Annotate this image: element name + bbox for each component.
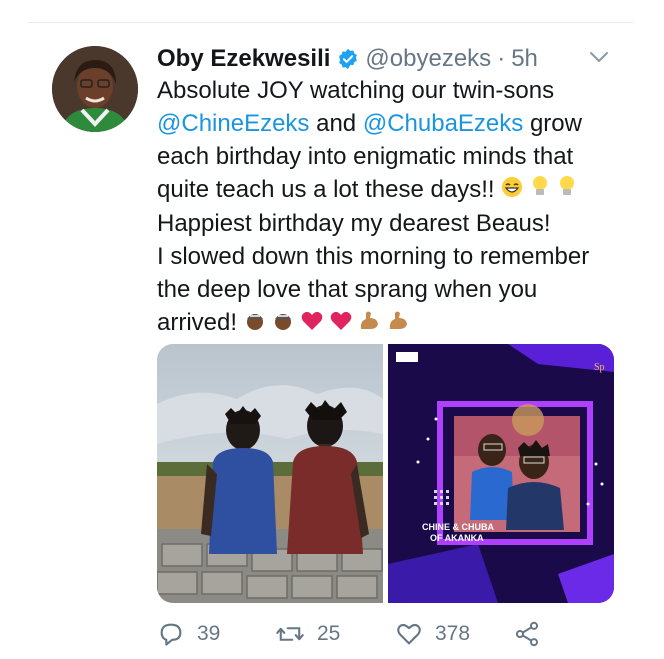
reply-button[interactable]: 39 [157,620,275,648]
flyer-caption-line2: OF AKANKA [430,533,484,543]
red-heart-icon [301,307,323,340]
chevron-down-icon[interactable] [586,44,612,70]
tweet-line: quite teach us a lot these days!! [157,173,637,207]
like-count: 378 [435,622,471,645]
tweet-line: Absolute JOY watching our twin-sons [157,77,555,104]
photo-twins-sitting[interactable] [157,344,383,603]
retweet-icon [275,620,305,648]
tweet-text-fragment: grow [523,110,582,137]
share-button[interactable] [513,620,541,648]
flyer-caption-line1: CHINE & CHUBA [422,522,495,532]
like-button[interactable]: 378 [395,620,513,648]
light-bulb-icon [557,174,577,207]
heart-icon [395,620,423,648]
verified-badge-icon [337,48,359,70]
tweet-media: Sp CHINE & CHUBA OF AKANKA [157,344,614,603]
flexed-biceps-icon [387,307,409,340]
reply-icon [157,620,185,648]
tweet-line: @ChineEzeks and @ChubaEzeks grow [157,107,637,140]
top-divider [28,22,634,23]
helmet-person-icon [272,307,294,340]
tweet-line: I slowed down this morning to remember [157,243,590,271]
retweet-button[interactable]: 25 [275,620,395,648]
photo-birthday-flyer[interactable]: Sp CHINE & CHUBA OF AKANKA [388,344,614,603]
light-bulb-icon [530,174,550,207]
svg-text:Sp: Sp [594,362,605,373]
tweet-line: the deep love that sprang when you [157,276,538,304]
tweet-header: Oby Ezekwesili @obyezeks · 5h [157,42,538,76]
tweet-text-fragment: quite teach us a lot these days!! [157,176,495,203]
tweet-line: each birthday into enigmatic minds that [157,143,574,170]
tweet-text: Absolute JOY watching our twin-sons @Chi… [157,74,637,340]
author-avatar[interactable] [52,46,138,132]
helmet-person-icon [244,307,266,340]
tweet-line: Happiest birthday my dearest Beaus! [157,210,551,238]
tweet-text-fragment: and [309,110,363,137]
red-heart-icon [330,307,352,340]
author-name[interactable]: Oby Ezekwesili [157,45,330,73]
mention-link[interactable]: @ChubaEzeks [363,110,523,137]
flexed-biceps-icon [358,307,380,340]
retweet-count: 25 [317,622,341,645]
tweet-line: arrived! [157,306,637,340]
reply-count: 39 [197,622,221,645]
tweet-text-fragment: arrived! [157,309,238,337]
separator-dot: · [497,45,506,72]
tweet-actions: 39 25 378 [157,616,617,652]
author-handle[interactable]: @obyezeks [365,45,491,73]
share-icon [513,620,541,648]
tweet-timestamp[interactable]: 5h [511,45,538,73]
grinning-face-icon [501,174,523,207]
mention-link[interactable]: @ChineEzeks [157,110,309,137]
